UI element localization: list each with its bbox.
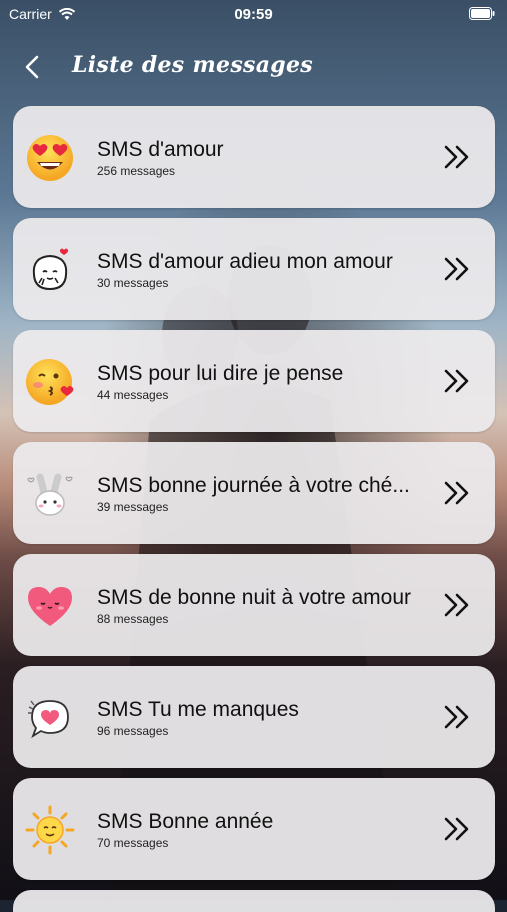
status-bar: Carrier 09:59 <box>0 0 507 30</box>
double-chevron-right-icon <box>444 257 469 281</box>
list-item[interactable]: SMS Tu me manques 96 messages <box>13 666 495 768</box>
back-chevron-icon[interactable] <box>18 52 48 82</box>
double-chevron-right-icon <box>444 593 469 617</box>
double-chevron-right-icon <box>444 705 469 729</box>
bunny-sticker-icon <box>27 473 73 516</box>
item-count: 256 messages <box>97 164 176 178</box>
item-count: 96 messages <box>97 724 169 738</box>
cute-sticker-icon <box>32 248 69 291</box>
double-chevron-right-icon <box>444 369 469 393</box>
status-time: 09:59 <box>234 6 273 23</box>
item-label: SMS Tu me manques <box>97 698 299 721</box>
item-count: 70 messages <box>97 836 169 850</box>
list-item[interactable]: SMS d'amour 256 messages <box>13 106 495 208</box>
page-title: Liste des messages <box>72 52 313 78</box>
item-label: SMS bonne journée à votre ché... <box>97 474 410 497</box>
list-item[interactable]: SMS de bonne nuit à votre amour 88 messa… <box>13 554 495 656</box>
double-chevron-right-icon <box>444 145 469 169</box>
double-chevron-right-icon <box>444 481 469 505</box>
list-item[interactable]: SMS bonne journée à votre ché... 39 mess… <box>13 442 495 544</box>
message-category-list: SMS d'amour 256 messages SMS d'amour adi… <box>13 106 495 912</box>
item-label: SMS Bonne année <box>97 810 274 833</box>
list-item-partial[interactable] <box>13 890 495 912</box>
item-label: SMS d'amour adieu mon amour <box>97 250 393 273</box>
item-count: 39 messages <box>97 500 169 514</box>
item-count: 44 messages <box>97 388 169 402</box>
item-count: 30 messages <box>97 276 169 290</box>
list-item[interactable]: SMS pour lui dire je pense 44 messages <box>13 330 495 432</box>
double-chevron-right-icon <box>444 817 469 841</box>
list-item[interactable]: SMS d'amour adieu mon amour 30 messages <box>13 218 495 320</box>
pink-heart-icon <box>28 587 72 626</box>
kissing-emoji-icon <box>26 359 74 405</box>
navigation-bar: Liste des messages <box>0 44 507 88</box>
list-item[interactable]: SMS Bonne année 70 messages <box>13 778 495 880</box>
heart-eyes-emoji-icon <box>27 135 73 181</box>
battery-icon <box>469 7 495 20</box>
item-label: SMS de bonne nuit à votre amour <box>97 586 412 609</box>
item-count: 88 messages <box>97 612 169 626</box>
item-label: SMS pour lui dire je pense <box>97 362 344 385</box>
heart-speech-bubble-icon <box>28 700 69 739</box>
item-label: SMS d'amour <box>97 138 224 161</box>
sun-icon <box>25 805 75 855</box>
